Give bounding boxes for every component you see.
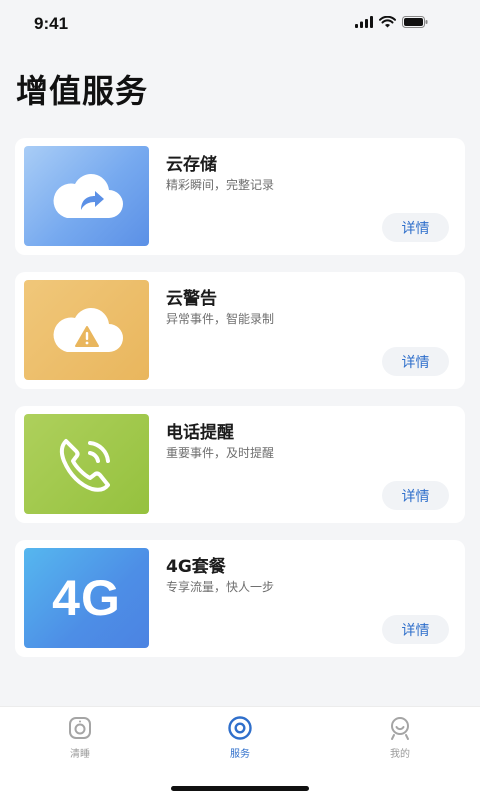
service-list: 云存储 精彩瞬间，完整记录 详情 云警告 异常事件，智能录制 详情 电话提醒 重… bbox=[15, 138, 465, 674]
wifi-icon bbox=[379, 16, 396, 28]
tab-label: 清睡 bbox=[70, 749, 90, 760]
service-subtitle: 专享流量，快人一步 bbox=[166, 580, 275, 594]
service-card-cloud-storage[interactable]: 云存储 精彩瞬间，完整记录 详情 bbox=[15, 138, 465, 255]
service-card-cloud-alert[interactable]: 云警告 异常事件，智能录制 详情 bbox=[15, 272, 465, 389]
details-button[interactable]: 详情 bbox=[382, 347, 449, 376]
signal-icon bbox=[355, 16, 373, 28]
tab-label: 服务 bbox=[230, 749, 250, 760]
phone-ringing-icon bbox=[59, 439, 110, 492]
cloud-storage-thumbnail bbox=[24, 146, 149, 246]
tab-camera[interactable]: 清睡 bbox=[40, 715, 120, 771]
cloud-alert-thumbnail bbox=[24, 280, 149, 380]
service-subtitle: 精彩瞬间，完整记录 bbox=[166, 178, 275, 192]
tab-label: 我的 bbox=[390, 749, 410, 760]
service-subtitle: 异常事件，智能录制 bbox=[166, 312, 275, 326]
service-title: 云警告 bbox=[166, 289, 217, 309]
phone-reminder-thumbnail bbox=[24, 414, 149, 514]
service-subtitle: 重要事件，及时提醒 bbox=[166, 446, 275, 460]
status-time: 9:41 bbox=[34, 14, 69, 33]
details-button[interactable]: 详情 bbox=[382, 481, 449, 510]
home-indicator bbox=[171, 786, 309, 791]
cloud-share-icon bbox=[53, 174, 123, 218]
service-card-phone-reminder[interactable]: 电话提醒 重要事件，及时提醒 详情 bbox=[15, 406, 465, 523]
service-card-4g-plan[interactable]: 4G 4G套餐 专享流量，快人一步 详情 bbox=[15, 540, 465, 657]
details-button[interactable]: 详情 bbox=[382, 615, 449, 644]
page-title: 增值服务 bbox=[16, 72, 149, 110]
service-icon bbox=[228, 716, 252, 740]
profile-icon bbox=[391, 717, 409, 740]
service-title: 电话提醒 bbox=[166, 423, 234, 443]
tab-profile[interactable]: 我的 bbox=[360, 715, 440, 771]
camera-icon bbox=[69, 717, 91, 739]
service-title: 4G套餐 bbox=[166, 557, 226, 577]
4g-thumbnail-text: 4G bbox=[52, 570, 121, 626]
status-icons bbox=[355, 16, 428, 28]
status-bar: 9:41 bbox=[0, 0, 480, 48]
service-title: 云存储 bbox=[166, 155, 217, 175]
tab-service[interactable]: 服务 bbox=[200, 715, 280, 771]
4g-plan-thumbnail: 4G bbox=[24, 548, 149, 648]
cloud-warning-icon bbox=[53, 308, 123, 352]
details-button[interactable]: 详情 bbox=[382, 213, 449, 242]
battery-icon bbox=[402, 16, 428, 28]
